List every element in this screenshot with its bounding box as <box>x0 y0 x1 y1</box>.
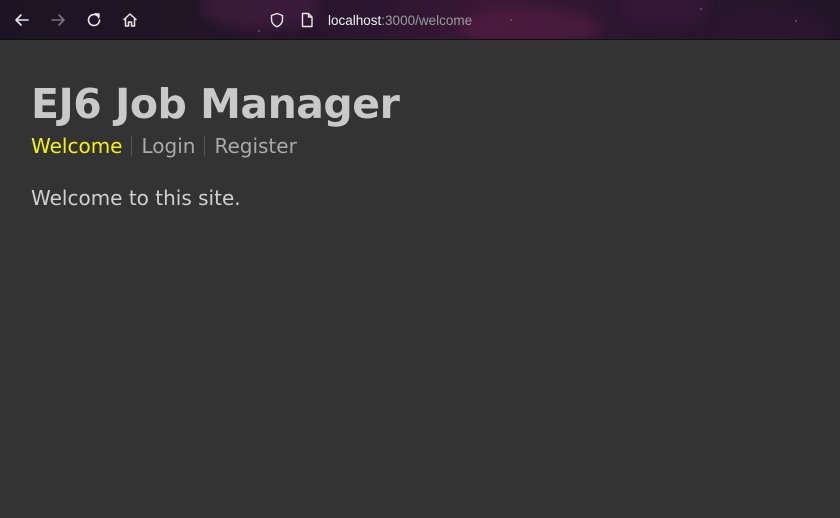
toolbar-decoration <box>258 30 260 32</box>
toolbar-decoration <box>700 8 702 10</box>
reload-button[interactable] <box>84 10 104 30</box>
reload-icon <box>87 13 101 27</box>
url-text[interactable]: localhost:3000/welcome <box>328 13 472 28</box>
page-title: EJ6 Job Manager <box>31 80 400 128</box>
url-path: :3000/welcome <box>381 12 473 28</box>
toolbar-decoration <box>720 10 830 39</box>
toolbar-decoration <box>460 8 600 39</box>
back-button[interactable] <box>12 10 32 30</box>
shield-icon[interactable] <box>268 11 286 29</box>
nav-link-register[interactable]: Register <box>214 132 296 160</box>
url-host: localhost <box>328 12 382 28</box>
site-nav: Welcome Login Register <box>31 132 399 160</box>
address-bar[interactable]: localhost:3000/welcome <box>268 8 472 32</box>
page-content: EJ6 Job Manager Welcome Login Register W… <box>31 80 400 212</box>
home-icon <box>123 13 137 27</box>
nav-separator <box>204 136 206 156</box>
toolbar-decoration <box>620 0 710 26</box>
home-button[interactable] <box>120 10 140 30</box>
forward-arrow-icon <box>51 14 65 26</box>
nav-link-welcome[interactable]: Welcome <box>31 132 122 160</box>
welcome-message: Welcome to this site. <box>31 186 241 210</box>
forward-button[interactable] <box>48 10 68 30</box>
page-icon[interactable] <box>298 11 316 29</box>
back-arrow-icon <box>15 14 29 26</box>
toolbar-decoration <box>510 19 512 21</box>
toolbar-decoration <box>795 20 797 22</box>
nav-separator <box>131 136 133 156</box>
nav-link-login[interactable]: Login <box>141 132 195 160</box>
browser-toolbar: localhost:3000/welcome <box>0 0 840 40</box>
